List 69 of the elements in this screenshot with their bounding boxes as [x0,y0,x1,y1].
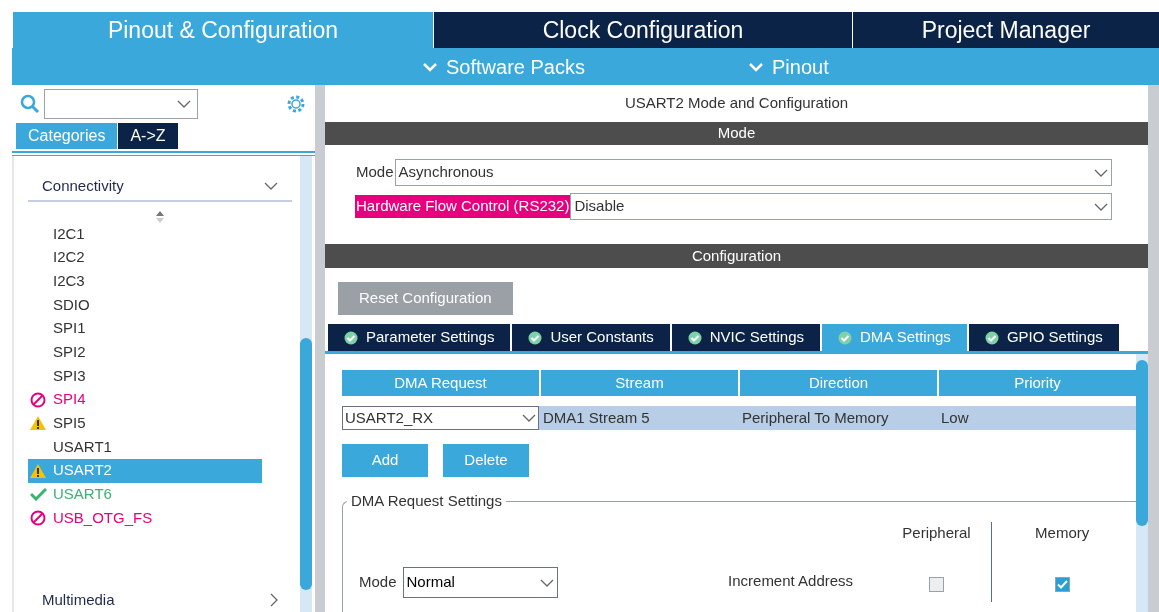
main-tab[interactable]: Project Manager [852,12,1159,48]
column-header: DMA Request [342,370,539,396]
sidebar-item[interactable]: SPI1 [28,316,262,341]
check-circle-icon [344,330,358,345]
sidebar-item[interactable]: SPI4 [28,387,262,412]
sidebar-item[interactable]: USB_OTG_FS [28,506,262,530]
table-cell-text: DMA1 Stream 5 [542,407,651,428]
chevron-down-icon [1094,168,1108,177]
mode-dropdown[interactable]: Normal [402,567,558,598]
chevron-down-icon [539,578,554,587]
category-header[interactable]: Connectivity [28,156,292,202]
check-circle-icon [984,330,999,345]
field-label: Hardware Flow Control (RS232) [355,195,571,218]
category-label: Multimedia [42,589,115,610]
section-header: Mode [325,122,1148,145]
sidebar-item[interactable]: SDIO [28,293,262,317]
main-tab[interactable]: Clock Configuration [433,12,852,48]
settings-tab[interactable]: Parameter Settings [328,324,511,351]
sort-icon[interactable] [155,210,165,224]
settings-icon[interactable] [285,93,307,115]
chevron-down-icon [1094,202,1108,211]
check-circle-icon [687,330,702,345]
search-field[interactable] [44,89,198,119]
category-header[interactable]: Multimedia [28,589,292,610]
scrollbar-thumb[interactable] [1136,360,1148,526]
column-header: Priority [939,370,1136,396]
warning-icon [29,415,47,432]
panel-title: USART2 Mode and Configuration [623,93,850,114]
checkbox[interactable] [929,577,944,592]
blocked-icon [30,510,46,527]
column-header: Memory [1035,523,1090,543]
chevron-down-icon [177,100,191,108]
request-dropdown[interactable]: USART2_RX [342,406,539,430]
table-cell-text: Peripheral To Memory [741,407,890,428]
sidebar-item[interactable]: USART1 [28,435,262,459]
sidebar-item[interactable]: I2C2 [28,245,262,270]
settings-tab[interactable]: User Constants [512,324,670,351]
settings-tab[interactable]: NVIC Settings [671,324,820,351]
check-circle-icon [528,330,543,345]
field-label: Increment Address [728,570,855,591]
field-label: Mode [355,162,395,183]
check-circle-icon [838,330,852,345]
column-header: Stream [541,370,738,396]
field-label: Mode [359,572,397,593]
dropdown[interactable]: Disable [570,193,1112,220]
sidebar-item[interactable]: SPI2 [28,340,262,365]
column-header: Peripheral [902,523,971,543]
sidebar-item[interactable]: I2C3 [28,269,262,294]
table-cell-text: Low [940,407,970,428]
category-label: Connectivity [42,175,124,196]
chevron-down-icon [748,61,764,72]
dropdown[interactable]: Asynchronous [394,159,1112,186]
search-icon [20,94,40,114]
settings-tab[interactable]: GPIO Settings [968,324,1119,351]
warning-icon [29,462,47,479]
check-icon [29,487,47,501]
scrollbar-thumb[interactable] [300,338,312,590]
blocked-icon [30,391,46,408]
column-header: Direction [740,370,937,396]
sidebar-item[interactable]: SPI3 [28,364,262,388]
chevron-down-icon [422,61,438,72]
sidebar-item[interactable]: I2C1 [28,222,262,246]
scrollbar-track[interactable] [1148,85,1159,612]
table-row[interactable]: USART2_RX DMA1 Stream 5 Peripheral To Memory Low [342,406,1136,430]
checkbox[interactable] [1054,577,1070,592]
sidebar-item[interactable]: SPI5 [28,411,262,436]
view-tab[interactable]: A->Z [118,123,178,149]
chevron-down-icon [522,414,536,422]
section-header: Configuration [325,244,1148,268]
